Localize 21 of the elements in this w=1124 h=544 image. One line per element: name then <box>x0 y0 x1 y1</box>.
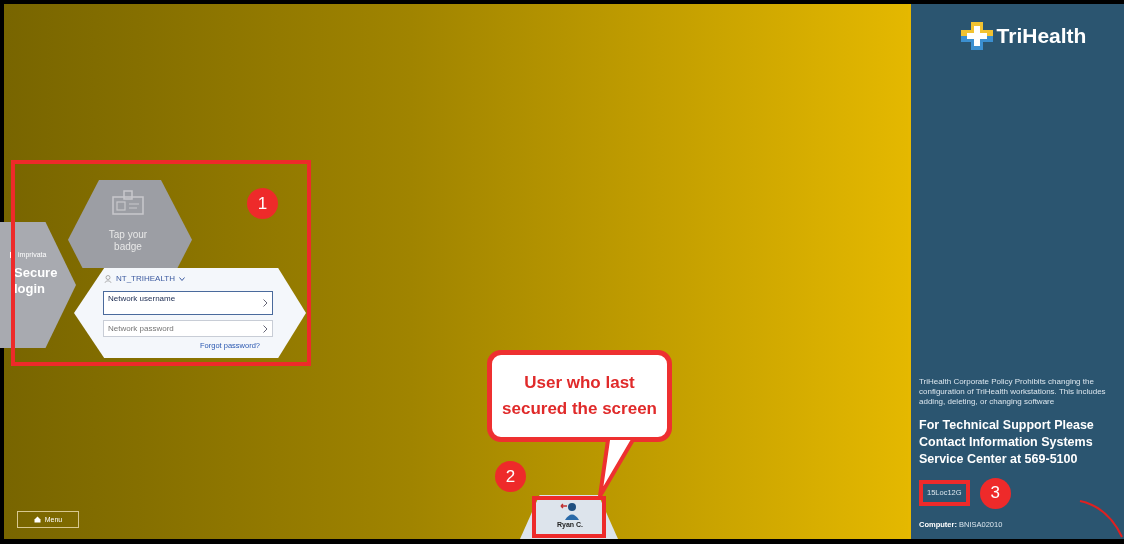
badge-icon <box>111 190 145 216</box>
step-marker: 1 <box>247 188 278 219</box>
badge-prompt: Tap your badge <box>107 229 149 253</box>
home-icon <box>33 516 41 523</box>
trihealth-logo: TriHealth <box>960 22 1087 50</box>
chevron-right-icon[interactable] <box>263 324 268 333</box>
password-field[interactable]: Network password <box>103 320 273 337</box>
step-marker: 2 <box>495 461 526 492</box>
username-field[interactable]: Network username <box>103 291 273 315</box>
step-marker: 3 <box>979 477 1011 509</box>
annotation-curve <box>1078 497 1124 539</box>
support-text: For Technical Support Please Contact Information Systems Service Center at 569-5100 <box>919 417 1095 468</box>
user-avatar-icon <box>560 501 580 521</box>
chevron-right-icon[interactable] <box>263 299 268 307</box>
user-icon <box>104 274 112 283</box>
chevron-down-icon <box>178 276 185 281</box>
password-input[interactable]: Network password <box>108 324 228 333</box>
domain-selector[interactable]: NT_TRIHEALTH <box>104 274 185 283</box>
policy-text: TriHealth Corporate Policy Prohibits changing the configuration of TriHealth workstations. This includes adding, deleting, or changing software <box>919 377 1107 407</box>
callout-bubble: User who last secured the screen <box>487 350 672 442</box>
secure-login-title: Secure login <box>14 265 59 297</box>
